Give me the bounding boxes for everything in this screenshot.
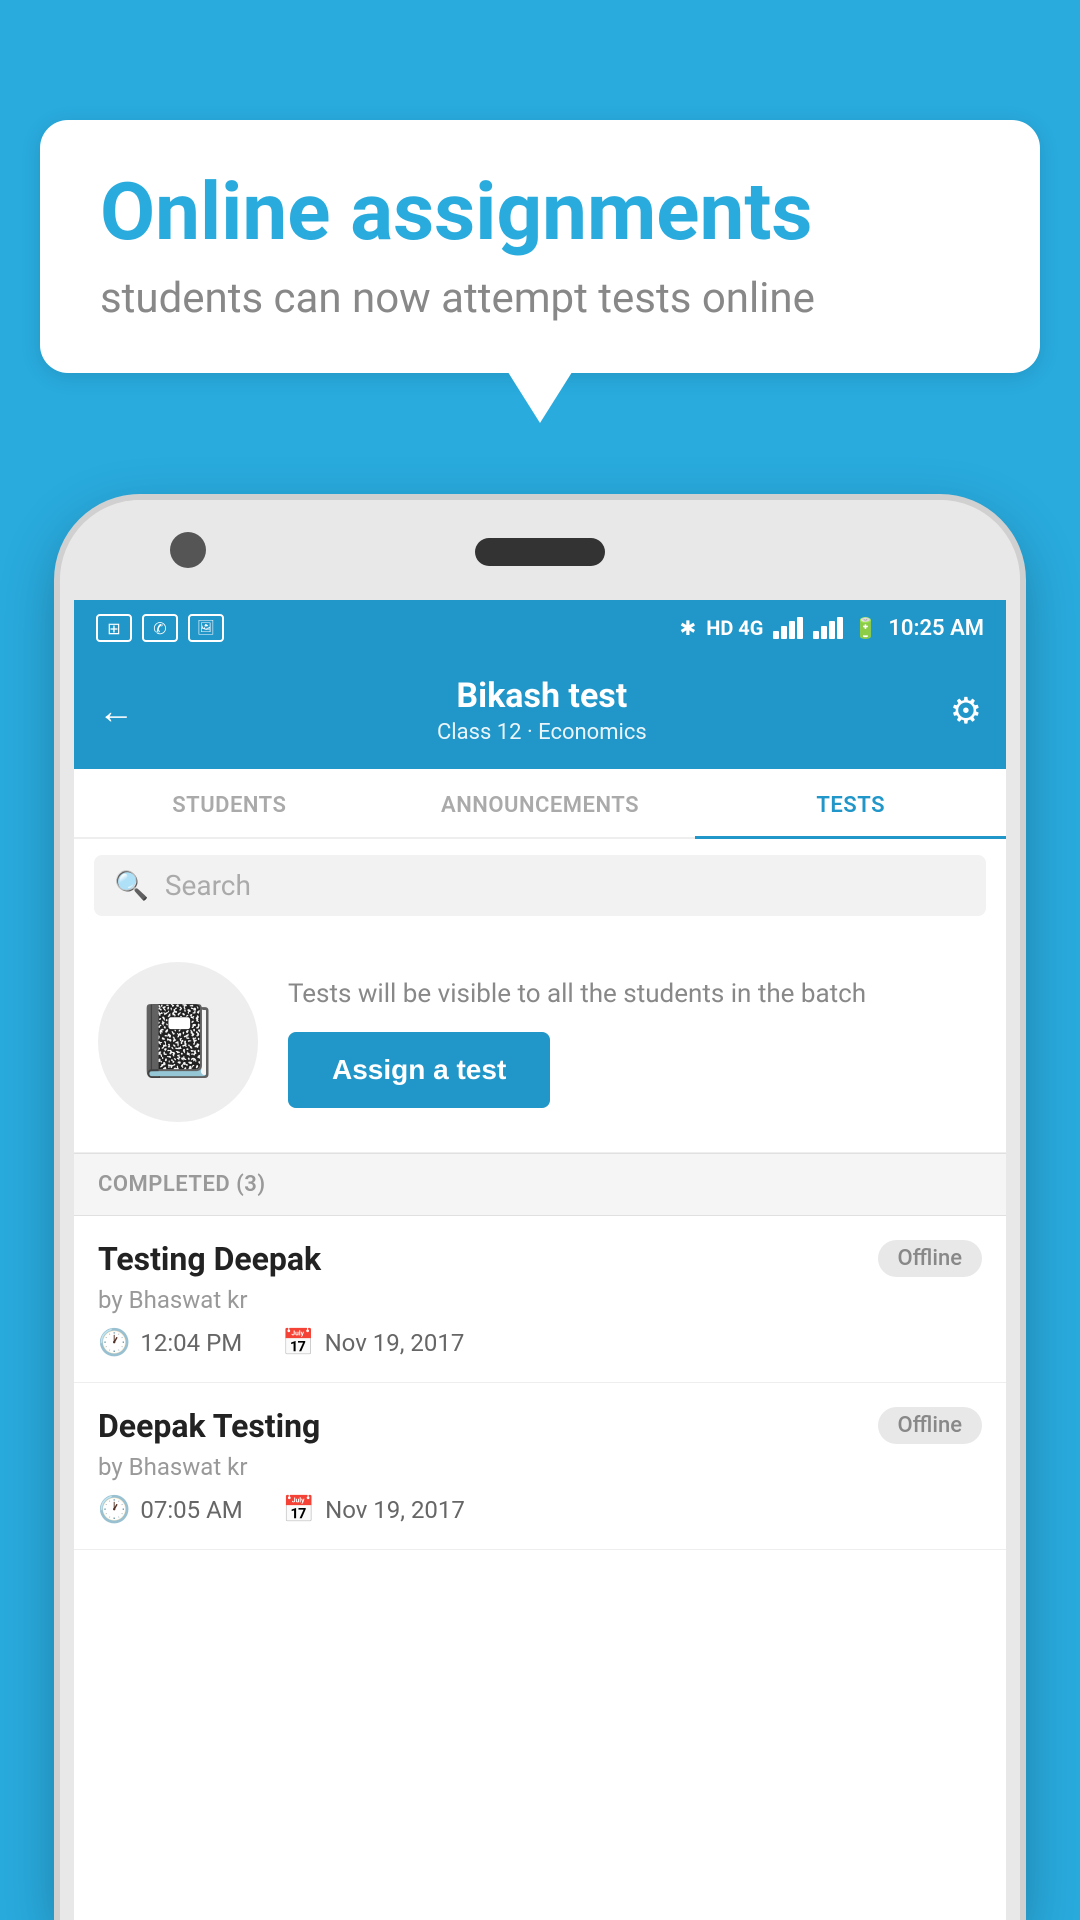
phone-camera: [170, 532, 206, 568]
meta-date-2: 📅 Nov 19, 2017: [283, 1495, 465, 1525]
bluetooth-icon: ✱: [679, 616, 696, 640]
phone-earpiece: [475, 538, 605, 566]
header-center: Bikash test Class 12 · Economics: [134, 676, 950, 745]
app-status-icon: ⊞: [96, 614, 132, 642]
test-author-2: by Bhaswat kr: [98, 1453, 982, 1481]
phone-screen: ⊞ ✆ 🖼 ✱ HD 4G: [74, 600, 1006, 1920]
clock-icon-2: 🕐: [98, 1495, 130, 1525]
status-icons-left: ⊞ ✆ 🖼: [96, 614, 224, 642]
battery-icon: 🔋: [853, 616, 878, 640]
status-right: ✱ HD 4G 🔋 10:25 AM: [679, 616, 984, 641]
test-date-2: Nov 19, 2017: [325, 1496, 465, 1524]
test-title-1: Testing Deepak: [98, 1240, 321, 1278]
search-bar[interactable]: 🔍 Search: [94, 855, 986, 916]
offline-badge-2: Offline: [878, 1407, 982, 1444]
notebook-icon: 📓: [134, 1001, 221, 1083]
test-icon-circle: 📓: [98, 962, 258, 1122]
whatsapp-status-icon: ✆: [142, 614, 178, 642]
assign-section: 📓 Tests will be visible to all the stude…: [74, 932, 1006, 1153]
test-time-1: 12:04 PM: [140, 1329, 242, 1357]
test-author-1: by Bhaswat kr: [98, 1286, 982, 1314]
status-bar: ⊞ ✆ 🖼 ✱ HD 4G: [74, 600, 1006, 656]
search-placeholder: Search: [165, 869, 251, 902]
tab-announcements[interactable]: ANNOUNCEMENTS: [385, 769, 696, 839]
assign-right: Tests will be visible to all the student…: [288, 976, 982, 1108]
calendar-icon-1: 📅: [282, 1328, 314, 1358]
test-item-top-1: Testing Deepak Offline: [98, 1240, 982, 1278]
test-meta-1: 🕐 12:04 PM 📅 Nov 19, 2017: [98, 1328, 982, 1358]
header-subtitle: Class 12 · Economics: [134, 720, 950, 745]
meta-date-1: 📅 Nov 19, 2017: [282, 1328, 464, 1358]
completed-section-header: COMPLETED (3): [74, 1153, 1006, 1216]
test-time-2: 07:05 AM: [140, 1496, 242, 1524]
signal-bars: [773, 617, 803, 639]
test-title-2: Deepak Testing: [98, 1407, 320, 1445]
network-label: HD 4G: [706, 616, 763, 640]
tab-students[interactable]: STUDENTS: [74, 769, 385, 839]
phone-top-bar: [60, 500, 1020, 600]
search-container: 🔍 Search: [74, 839, 1006, 932]
bubble-subtitle: students can now attempt tests online: [100, 274, 980, 323]
search-icon: 🔍: [114, 869, 149, 902]
test-meta-2: 🕐 07:05 AM 📅 Nov 19, 2017: [98, 1495, 982, 1525]
signal-bars-2: [813, 617, 843, 639]
offline-badge-1: Offline: [878, 1240, 982, 1277]
speech-bubble: Online assignments students can now atte…: [40, 120, 1040, 373]
settings-button[interactable]: ⚙: [950, 690, 982, 732]
test-item-2[interactable]: Deepak Testing Offline by Bhaswat kr 🕐 0…: [74, 1383, 1006, 1550]
assign-description: Tests will be visible to all the student…: [288, 976, 982, 1012]
app-header: ← Bikash test Class 12 · Economics ⚙: [74, 656, 1006, 769]
image-status-icon: 🖼: [188, 614, 224, 642]
time-display: 10:25 AM: [888, 616, 984, 641]
tabs-bar: STUDENTS ANNOUNCEMENTS TESTS: [74, 769, 1006, 839]
meta-time-1: 🕐 12:04 PM: [98, 1328, 242, 1358]
test-item[interactable]: Testing Deepak Offline by Bhaswat kr 🕐 1…: [74, 1216, 1006, 1383]
meta-time-2: 🕐 07:05 AM: [98, 1495, 243, 1525]
test-date-1: Nov 19, 2017: [325, 1329, 465, 1357]
phone-shell: ⊞ ✆ 🖼 ✱ HD 4G: [60, 500, 1020, 1920]
tab-tests[interactable]: TESTS: [695, 769, 1006, 839]
calendar-icon-2: 📅: [283, 1495, 315, 1525]
bubble-title: Online assignments: [100, 168, 980, 256]
test-item-top-2: Deepak Testing Offline: [98, 1407, 982, 1445]
assign-test-button[interactable]: Assign a test: [288, 1032, 550, 1108]
header-title: Bikash test: [134, 676, 950, 716]
back-button[interactable]: ←: [98, 690, 134, 732]
clock-icon-1: 🕐: [98, 1328, 130, 1358]
